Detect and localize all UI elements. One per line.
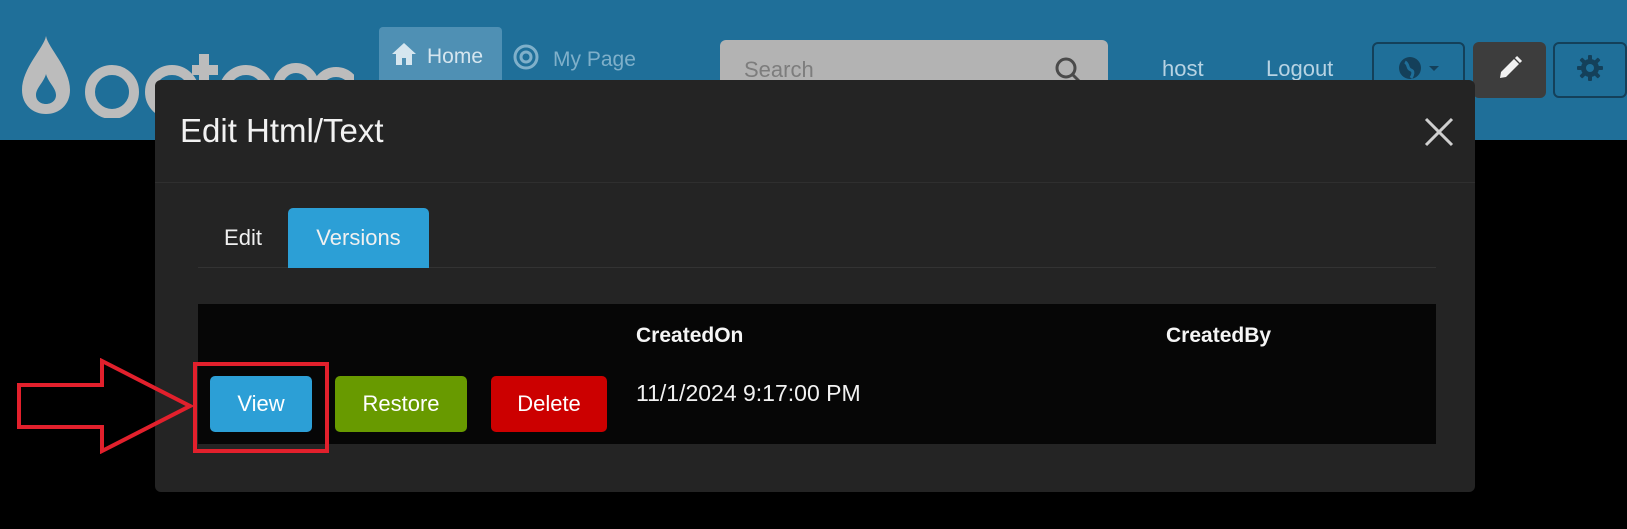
gear-icon bbox=[1576, 54, 1604, 87]
restore-button[interactable]: Restore bbox=[335, 376, 467, 432]
highlight-box bbox=[193, 362, 329, 453]
edit-html-modal: Edit Html/Text Edit Versions CreatedOn C… bbox=[155, 80, 1475, 492]
created-on-value: 11/1/2024 9:17:00 PM bbox=[636, 380, 861, 406]
home-icon bbox=[391, 42, 417, 72]
modal-header: Edit Html/Text bbox=[155, 80, 1475, 183]
nav-home[interactable]: Home bbox=[379, 27, 502, 87]
settings-button[interactable] bbox=[1553, 42, 1627, 98]
tab-edit[interactable]: Edit bbox=[198, 208, 288, 268]
edit-mode-button[interactable] bbox=[1473, 42, 1546, 98]
modal-tabs: Edit Versions bbox=[198, 208, 1436, 268]
logout-link[interactable]: Logout bbox=[1266, 56, 1333, 82]
versions-table: CreatedOn CreatedBy View Restore Delete … bbox=[198, 304, 1436, 444]
modal-title: Edit Html/Text bbox=[180, 112, 384, 149]
target-icon bbox=[513, 44, 539, 76]
column-header-created-by: CreatedBy bbox=[1166, 324, 1272, 347]
nav-my-page-label: My Page bbox=[553, 48, 636, 71]
nav-home-label: Home bbox=[427, 45, 484, 68]
close-button[interactable] bbox=[1421, 114, 1457, 150]
delete-button[interactable]: Delete bbox=[491, 376, 607, 432]
close-icon bbox=[1421, 117, 1457, 154]
user-profile-link[interactable]: host bbox=[1162, 56, 1204, 82]
pencil-icon bbox=[1497, 55, 1523, 86]
nav-my-page[interactable]: My Page bbox=[513, 44, 636, 76]
tab-versions[interactable]: Versions bbox=[288, 208, 429, 268]
column-header-created-on: CreatedOn bbox=[636, 324, 744, 347]
right-arrow-annotation bbox=[16, 357, 195, 459]
